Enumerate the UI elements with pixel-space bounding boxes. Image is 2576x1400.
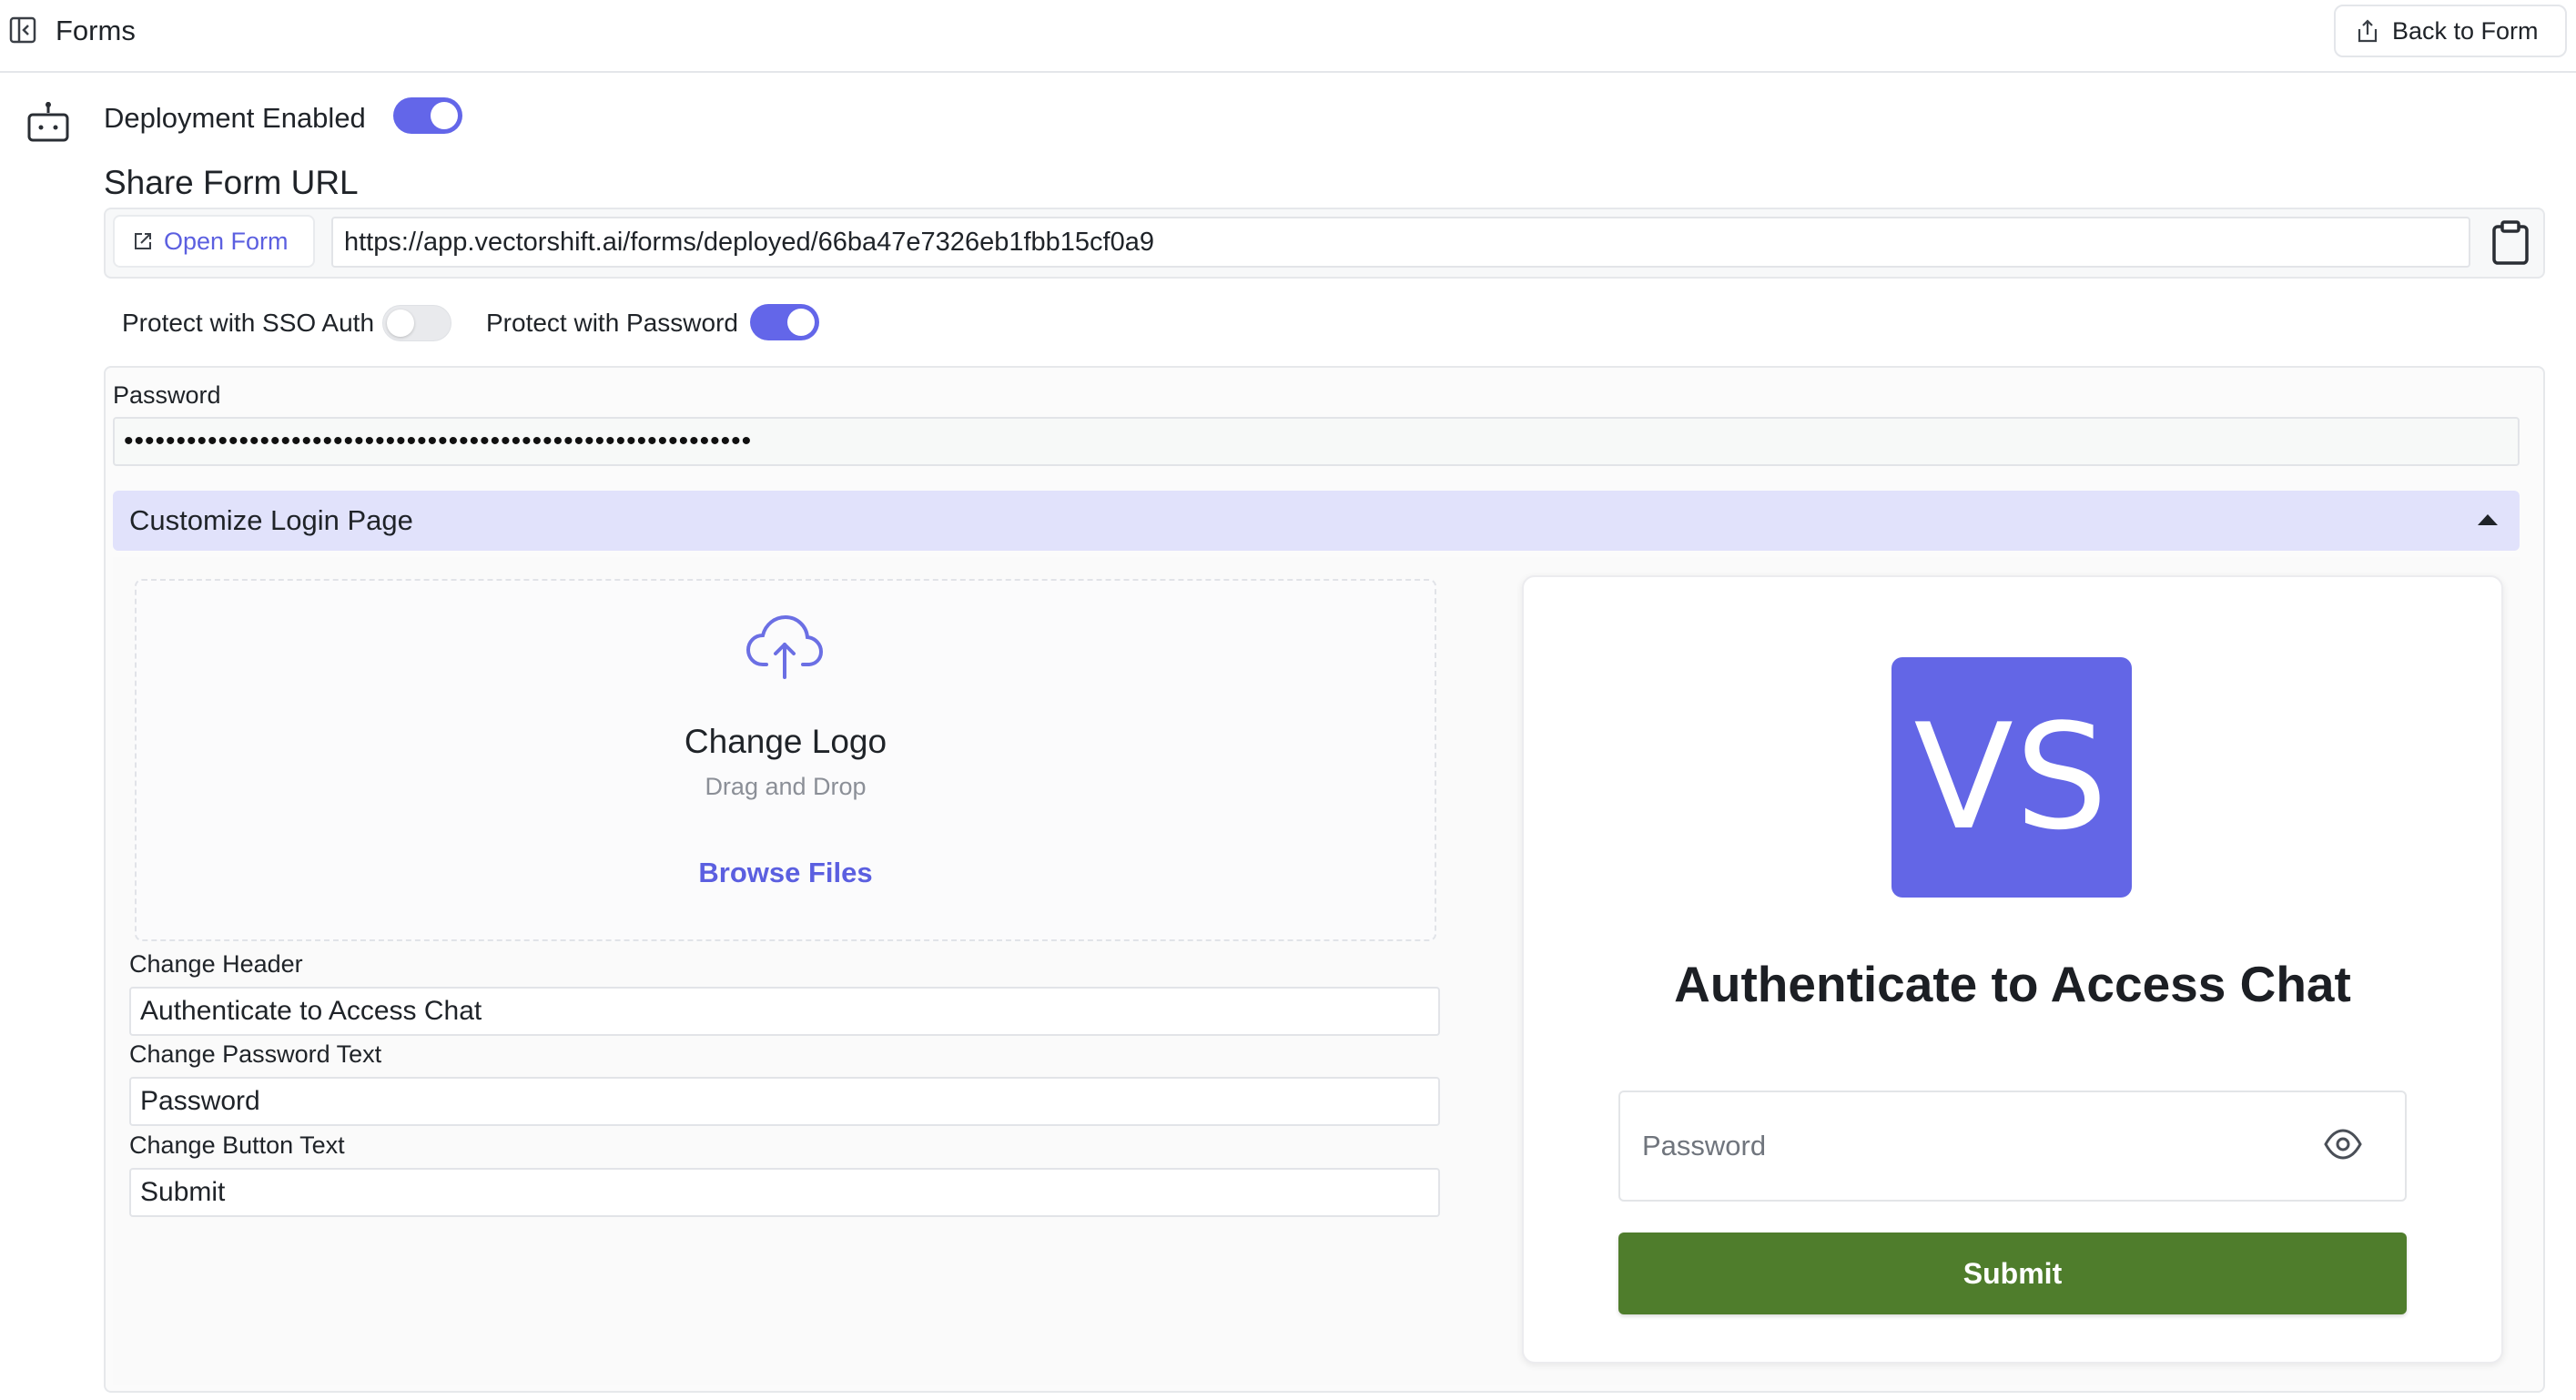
deployment-label: Deployment Enabled: [104, 102, 366, 134]
logo-text: VS: [1913, 692, 2110, 862]
change-logo-title: Change Logo: [684, 723, 887, 760]
clipboard-icon[interactable]: [2490, 219, 2530, 267]
change-button-text-input[interactable]: Submit: [129, 1168, 1440, 1217]
change-header-label: Change Header: [129, 950, 303, 978]
caret-up-icon: [2478, 514, 2498, 525]
sidebar-toggle-icon[interactable]: [9, 16, 36, 44]
password-protect-label: Protect with Password: [486, 309, 738, 337]
customize-login-page-header[interactable]: Customize Login Page: [113, 491, 2520, 551]
password-protect-toggle[interactable]: [750, 304, 819, 340]
share-form-url-heading: Share Form URL: [104, 164, 359, 201]
preview-password-input[interactable]: Password: [1618, 1091, 2407, 1202]
preview-submit-button[interactable]: Submit: [1618, 1233, 2407, 1314]
open-form-button[interactable]: Open Form: [113, 215, 315, 268]
deployment-toggle[interactable]: [393, 97, 462, 134]
open-form-label: Open Form: [164, 227, 289, 255]
sso-auth-toggle[interactable]: [382, 305, 451, 341]
change-button-text-label: Change Button Text: [129, 1131, 345, 1159]
browse-files-button[interactable]: Browse Files: [681, 845, 890, 901]
toggle-knob: [787, 309, 815, 336]
top-bar: [0, 0, 2576, 73]
change-header-input[interactable]: Authenticate to Access Chat: [129, 987, 1440, 1036]
drag-drop-hint: Drag and Drop: [705, 773, 867, 800]
toggle-knob: [431, 102, 458, 129]
toggle-knob: [387, 309, 414, 337]
share-icon: [2358, 19, 2378, 43]
preview-title: Authenticate to Access Chat: [1674, 956, 2351, 1012]
page-title: Forms: [56, 15, 136, 46]
sso-auth-label: Protect with SSO Auth: [122, 309, 375, 337]
robot-icon: [25, 100, 71, 144]
change-password-text-input[interactable]: Password: [129, 1077, 1440, 1126]
form-url-field[interactable]: https://app.vectorshift.ai/forms/deploye…: [331, 217, 2470, 268]
back-to-form-button[interactable]: Back to Form: [2334, 5, 2567, 57]
eye-icon[interactable]: [2323, 1128, 2363, 1161]
external-link-icon: [135, 233, 151, 249]
back-to-form-label: Back to Form: [2392, 16, 2539, 45]
vs-logo: VS: [1891, 657, 2132, 898]
password-caption: Password: [113, 381, 221, 409]
cloud-upload-icon: [745, 614, 825, 681]
password-field[interactable]: ••••••••••••••••••••••••••••••••••••••••…: [113, 417, 2520, 466]
customize-title: Customize Login Page: [129, 504, 413, 536]
change-password-text-label: Change Password Text: [129, 1040, 382, 1068]
